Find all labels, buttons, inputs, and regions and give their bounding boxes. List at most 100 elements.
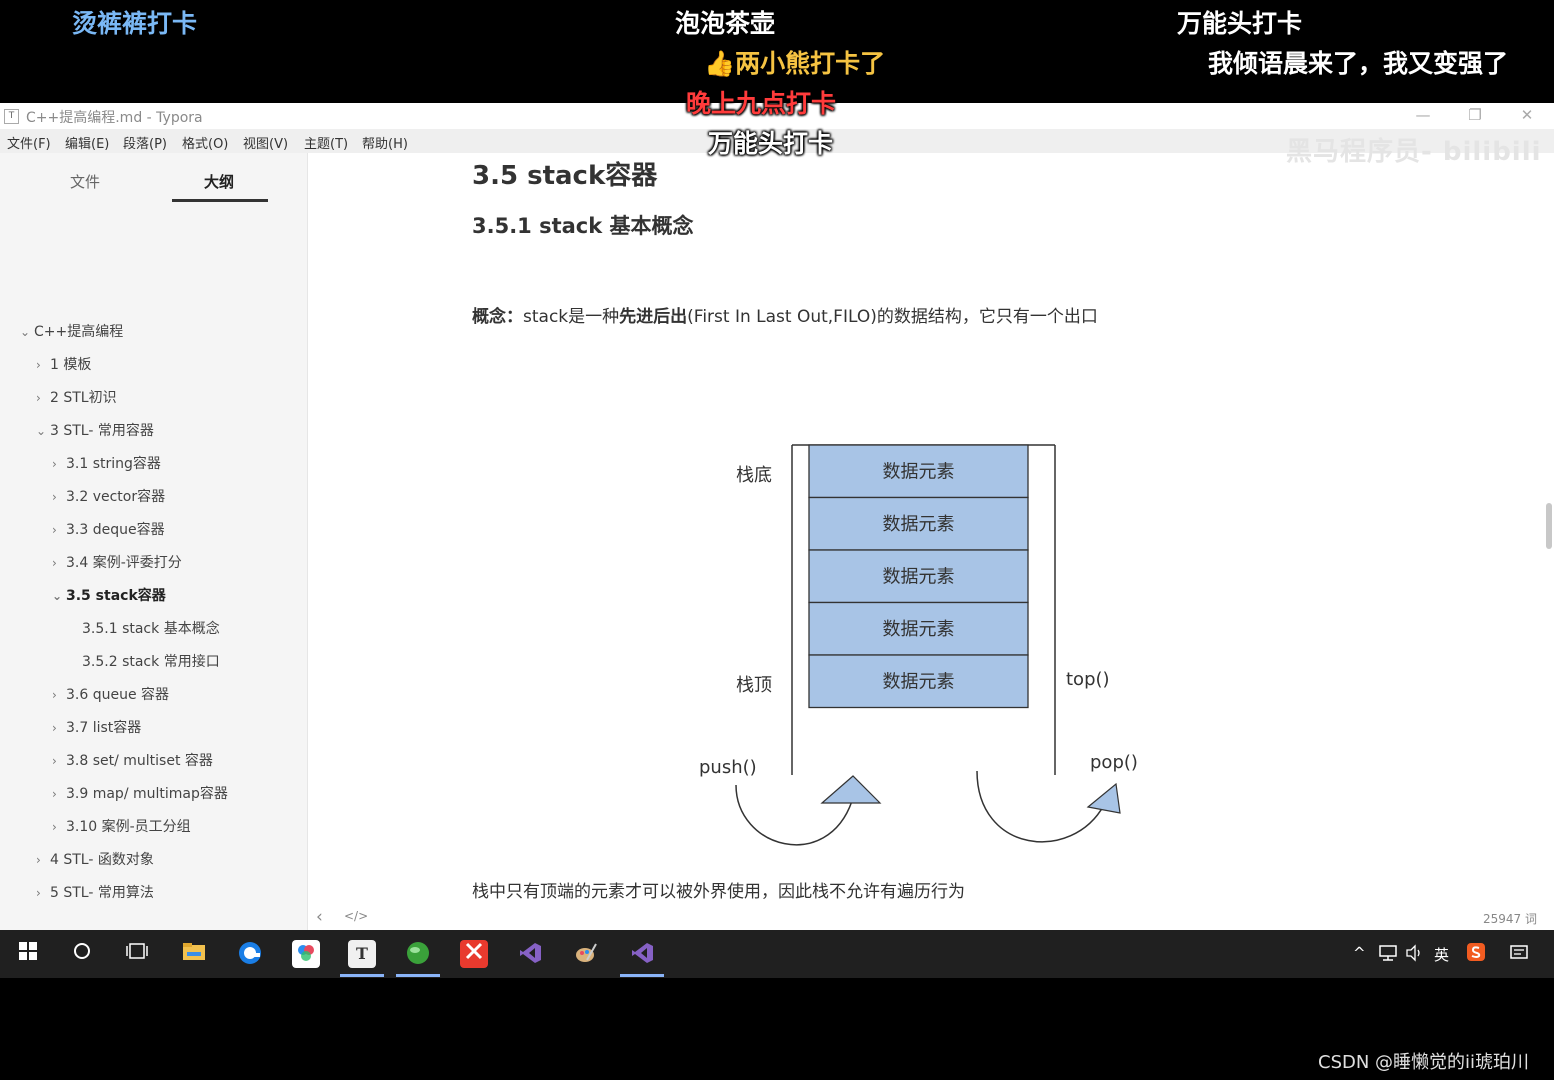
menu-paragraph[interactable]: 段落(P) <box>123 133 167 152</box>
cloud-app-icon[interactable] <box>292 940 320 968</box>
chevron-right-icon[interactable]: › <box>52 556 66 570</box>
minimize-button[interactable]: — <box>1398 103 1448 129</box>
chevron-right-icon[interactable]: › <box>52 787 66 801</box>
sogou-ime-icon[interactable] <box>1466 942 1486 966</box>
chevron-right-icon[interactable]: › <box>52 490 66 504</box>
danmaku-1: 烫裤裤打卡 <box>72 9 198 38</box>
window-title: C++提高编程.md - Typora <box>26 110 203 126</box>
typora-window: T C++提高编程.md - Typora — ❐ ✕ 文件(F) 编辑(E) … <box>0 103 1554 930</box>
ime-language-indicator[interactable]: 英 <box>1434 944 1449 965</box>
outline-item[interactable]: › 3.10 案例-员工分组 <box>52 816 191 836</box>
outline-item[interactable]: ⌄ 3.5 stack容器 <box>52 585 166 605</box>
menu-file[interactable]: 文件(F) <box>7 133 51 152</box>
browser-icon[interactable] <box>236 940 264 968</box>
outline-item-label: 4 STL- 函数对象 <box>50 852 154 868</box>
chevron-right-icon[interactable]: › <box>52 523 66 537</box>
heading-stack-container: 3.5 stack容器 <box>472 161 658 191</box>
search-circle-icon[interactable] <box>68 940 96 968</box>
menu-view[interactable]: 视图(V) <box>243 133 288 152</box>
chevron-right-icon[interactable]: › <box>52 754 66 768</box>
outline-item[interactable]: › 3.8 set/ multiset 容器 <box>52 750 213 770</box>
chevron-down-icon[interactable]: ⌄ <box>20 325 34 339</box>
chevron-right-icon[interactable]: › <box>52 688 66 702</box>
tab-files[interactable]: 文件 <box>70 171 100 192</box>
outline-item[interactable]: 3.5.2 stack 常用接口 <box>68 651 220 671</box>
outline-item[interactable]: › 3.2 vector容器 <box>52 486 165 506</box>
chevron-right-icon[interactable]: › <box>36 358 50 372</box>
tray-chevron-up-icon[interactable]: ^ <box>1353 944 1366 962</box>
tab-outline[interactable]: 大纲 <box>204 171 234 192</box>
chevron-right-icon[interactable]: › <box>36 391 50 405</box>
chevron-right-icon[interactable]: › <box>52 721 66 735</box>
windows-start-icon[interactable] <box>14 940 42 968</box>
chevron-right-icon[interactable]: › <box>52 820 66 834</box>
outline-item[interactable]: › 3.1 string容器 <box>52 453 161 473</box>
chevron-down-icon[interactable]: ⌄ <box>52 589 66 603</box>
xmind-icon[interactable] <box>460 940 488 968</box>
visual-studio-icon[interactable] <box>516 940 544 968</box>
outline-item[interactable]: ⌄ 3 STL- 常用容器 <box>36 420 154 440</box>
network-icon[interactable] <box>1378 944 1398 966</box>
pop-arrow-curve <box>976 770 1105 843</box>
outline-item-label: 3.3 deque容器 <box>66 522 165 538</box>
outline-item[interactable]: › 3.6 queue 容器 <box>52 684 169 704</box>
source-code-icon[interactable]: </> <box>344 909 368 923</box>
back-arrow-icon[interactable]: ‹ <box>316 907 323 927</box>
outline-item-label: 3.8 set/ multiset 容器 <box>66 753 213 769</box>
outline-item[interactable]: ⌄ C++提高编程 <box>20 321 123 341</box>
sidebar: 文件 大纲 ⌄ C++提高编程 › 1 模板 › 2 STL初识 ⌄ 3 STL- 常用容器 ›… <box>0 153 308 930</box>
danmaku-6: 晚上九点打卡 <box>686 89 837 118</box>
outline-item[interactable]: 3.5.1 stack 基本概念 <box>68 618 220 638</box>
typora-active-indicator <box>340 974 384 977</box>
concept-bold: 先进后出 <box>619 307 688 327</box>
editor-content[interactable]: 黑马程序员- bilibili 3.5 stack容器 3.5.1 stack … <box>308 137 1554 930</box>
outline-item-label: 3 STL- 常用容器 <box>50 423 154 439</box>
menu-edit[interactable]: 编辑(E) <box>65 133 109 152</box>
outline-item-label: 2 STL初识 <box>50 390 117 406</box>
concept-post: (First In Last Out,FILO)的数据结构，它只有一个出口 <box>687 307 1098 327</box>
stack-diagram: 数据元素数据元素数据元素数据元素数据元素 栈底 栈顶 top() push() … <box>699 444 1138 846</box>
scrollbar-thumb[interactable] <box>1546 503 1552 549</box>
csdn-watermark: CSDN @睡懒觉的ii琥珀川 <box>1318 1052 1530 1073</box>
chevron-right-icon[interactable]: › <box>52 457 66 471</box>
outline-item[interactable]: › 3.4 案例-评委打分 <box>52 552 182 572</box>
chevron-right-icon[interactable]: › <box>36 886 50 900</box>
concept-label: 概念： <box>472 307 523 327</box>
stack-element-label: 数据元素 <box>883 514 955 535</box>
green-app-active-indicator <box>396 974 440 977</box>
outline-item[interactable]: › 1 模板 <box>36 354 91 374</box>
outline-item[interactable]: › 2 STL初识 <box>36 387 117 407</box>
word-count[interactable]: 25947 词 <box>1483 910 1537 927</box>
chevron-down-icon[interactable]: ⌄ <box>36 424 50 438</box>
status-bar: ‹ </> 25947 词 <box>308 905 1554 930</box>
stack-element-label: 数据元素 <box>883 619 955 640</box>
restore-button[interactable]: ❐ <box>1450 103 1500 129</box>
concept-pre: stack是一种 <box>523 307 620 327</box>
outline-item[interactable]: › 3.3 deque容器 <box>52 519 165 539</box>
outline-item[interactable]: › 3.9 map/ multimap容器 <box>52 783 228 803</box>
menu-help[interactable]: 帮助(H) <box>362 133 408 152</box>
visual-studio-2-icon[interactable] <box>628 940 656 968</box>
green-app-icon[interactable] <box>404 940 432 968</box>
paint-app-icon[interactable] <box>572 940 600 968</box>
push-func-label: push() <box>699 757 757 778</box>
close-button[interactable]: ✕ <box>1502 103 1552 129</box>
menu-theme[interactable]: 主题(T) <box>304 133 348 152</box>
top-func-label: top() <box>1066 669 1110 690</box>
file-explorer-icon[interactable] <box>180 940 208 968</box>
danmaku-7: 万能头打卡 <box>708 129 834 158</box>
outline-item-label: 3.7 list容器 <box>66 720 142 736</box>
notification-center-icon[interactable] <box>1509 944 1529 966</box>
danmaku-5: 我倾语晨来了，我又变强了 <box>1208 49 1509 78</box>
volume-icon[interactable] <box>1405 944 1423 966</box>
typora-taskbar-icon[interactable]: T <box>348 940 376 968</box>
outline-item[interactable]: › 3.7 list容器 <box>52 717 141 737</box>
outline-item[interactable]: › 4 STL- 函数对象 <box>36 849 154 869</box>
chevron-right-icon[interactable]: › <box>36 853 50 867</box>
menu-format[interactable]: 格式(O) <box>182 133 228 152</box>
heading-stack-basic-concept: 3.5.1 stack 基本概念 <box>472 214 694 238</box>
outline-item[interactable]: › 5 STL- 常用算法 <box>36 882 154 902</box>
task-view-icon[interactable] <box>123 940 151 968</box>
footer-paragraph: 栈中只有顶端的元素才可以被外界使用，因此栈不允许有遍历行为 <box>472 882 965 902</box>
outline-item-label: 3.2 vector容器 <box>66 489 166 505</box>
